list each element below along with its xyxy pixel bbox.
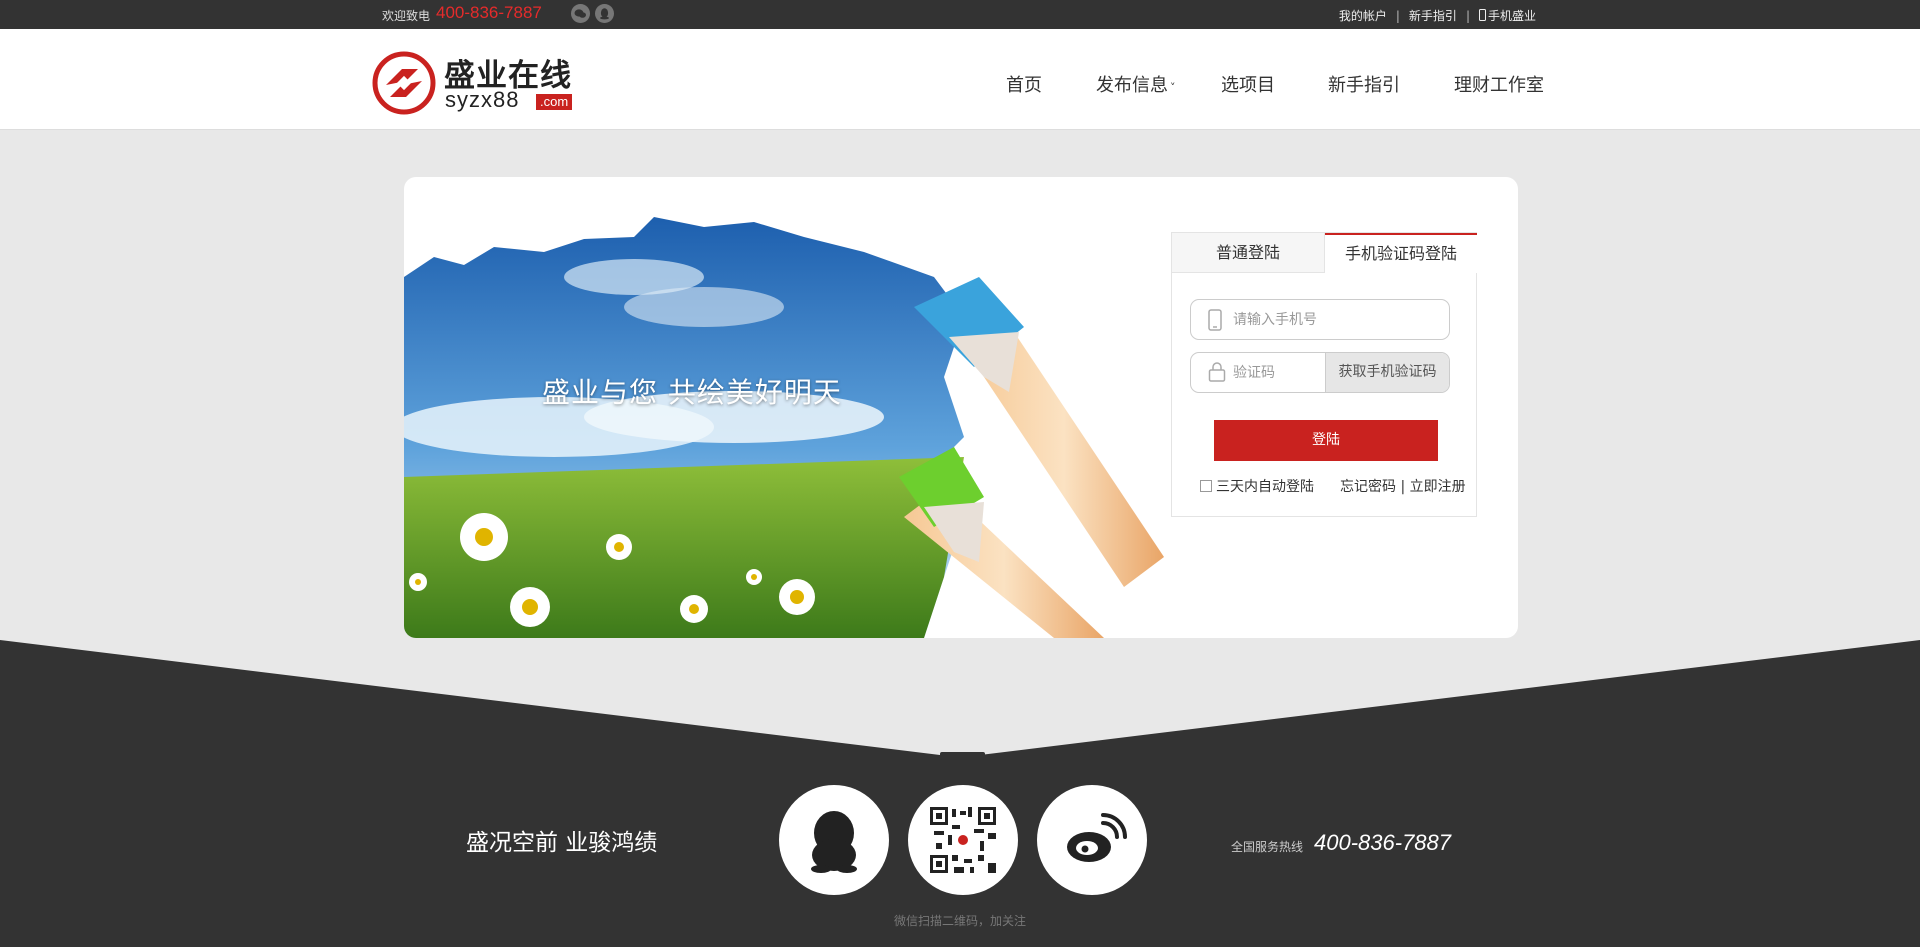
mobile-link-label: 手机盛业 (1487, 9, 1536, 23)
login-panel: 普通登陆 手机验证码登陆 获取手机验证码 登陆 三天内自动登陆 忘记密码 | 立… (1171, 232, 1477, 517)
top-links: 我的帐户 | 新手指引 | 手机盛业 (1339, 7, 1536, 24)
qq-small-icon[interactable] (595, 4, 614, 23)
tab-sms-login[interactable]: 手机验证码登陆 (1325, 233, 1477, 273)
logo-emblem-icon (372, 51, 436, 115)
weibo-icon[interactable] (1037, 785, 1147, 895)
logo-en-text: syzx88 (445, 87, 520, 112)
register-link[interactable]: 立即注册 (1410, 479, 1466, 495)
phone-field (1190, 299, 1450, 340)
mobile-phone-icon (1208, 309, 1222, 331)
separator: | (1400, 479, 1406, 495)
hotline-label: 全国服务热线 (1231, 840, 1304, 854)
header: 盛业在线 syzx88 .com 首页 发布信息 ˅ 选项目 新手指引 理财工作室 (0, 29, 1920, 130)
separator: | (1465, 9, 1470, 23)
qq-icon[interactable] (779, 785, 889, 895)
login-button[interactable]: 登陆 (1214, 420, 1438, 461)
separator: | (1395, 9, 1400, 23)
top-bar: 欢迎致电 400-836-7887 我的帐户 | 新手指引 | 手机盛业 (0, 0, 1920, 29)
login-options: 三天内自动登陆 忘记密码 | 立即注册 (1200, 476, 1470, 496)
logo-domain-badge: .com (536, 94, 573, 110)
tab-normal-login[interactable]: 普通登陆 (1172, 233, 1325, 273)
code-field: 获取手机验证码 (1190, 352, 1450, 393)
site-logo[interactable]: 盛业在线 syzx88 .com (372, 50, 584, 116)
chevron-down-icon: ˅ (1170, 81, 1176, 94)
wechat-icon[interactable] (571, 4, 590, 23)
lock-icon (1208, 362, 1226, 382)
welcome-text: 欢迎致电 (382, 9, 431, 23)
get-code-button[interactable]: 获取手机验证码 (1325, 353, 1449, 392)
nav-projects[interactable]: 选项目 (1221, 71, 1275, 97)
forgot-password-link[interactable]: 忘记密码 (1340, 479, 1396, 495)
newbie-guide-link[interactable]: 新手指引 (1409, 7, 1457, 24)
banner-slogan: 盛业与您 共绘美好明天 (542, 376, 842, 409)
hotline-number: 400-836-7887 (1314, 830, 1452, 855)
my-account-link[interactable]: 我的帐户 (1339, 7, 1387, 24)
login-card: 盛业与您 共绘美好明天 普通登陆 手机验证码登陆 获取手机验证码 登陆 三天内自… (404, 177, 1518, 638)
nav-newbie-guide[interactable]: 新手指引 (1328, 71, 1400, 97)
wechat-note: 微信扫描二维码，加关注 (893, 914, 1026, 928)
phone-input[interactable] (1233, 310, 1383, 330)
nav-publish[interactable]: 发布信息 ˅ (1096, 71, 1176, 97)
nav-home[interactable]: 首页 (1006, 71, 1042, 97)
account-links: 忘记密码 | 立即注册 (1340, 476, 1466, 496)
checkbox-box (1200, 480, 1212, 492)
code-input[interactable] (1233, 363, 1303, 383)
nav-publish-label: 发布信息 (1096, 75, 1168, 96)
login-tabs: 普通登陆 手机验证码登陆 (1172, 233, 1477, 273)
footer-slogan: 盛况空前 业骏鸿绩 (466, 830, 658, 856)
mobile-link[interactable]: 手机盛业 (1478, 7, 1536, 24)
topbar-phone: 400-836-7887 (436, 3, 542, 22)
remember-label: 三天内自动登陆 (1216, 479, 1314, 495)
nav-finance-studio[interactable]: 理财工作室 (1454, 71, 1544, 97)
remember-checkbox[interactable]: 三天内自动登陆 (1200, 479, 1314, 495)
mobile-phone-icon (1478, 9, 1486, 21)
wechat-qrcode[interactable] (908, 785, 1018, 895)
